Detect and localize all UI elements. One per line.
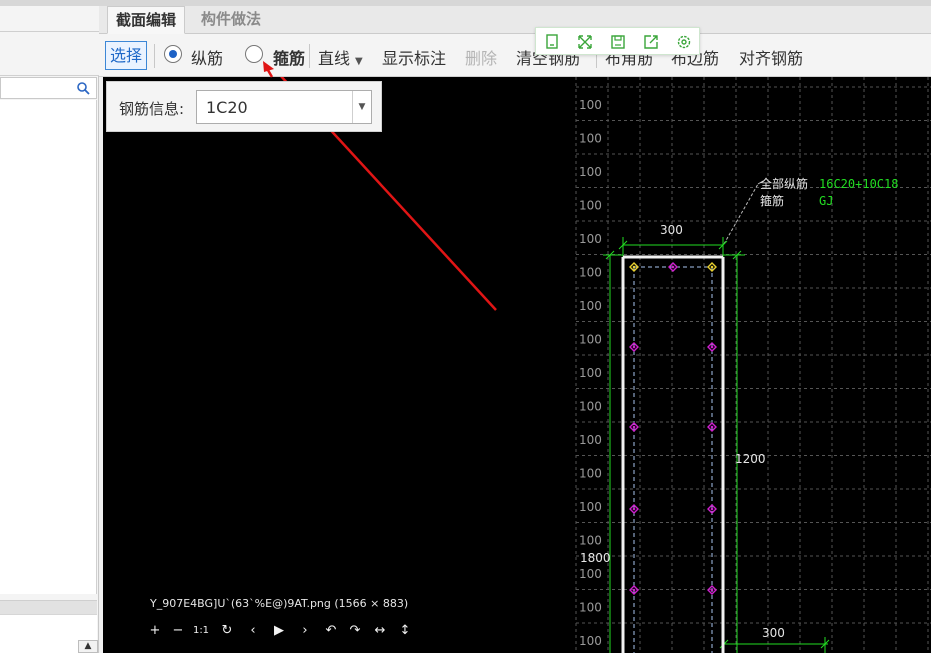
show-dimensions-button[interactable]: 显示标注 [382, 45, 446, 69]
chevron-down-icon: ▼ [355, 56, 363, 67]
rotate-icon[interactable]: ↻ [218, 621, 236, 641]
toolbar-separator [309, 44, 310, 68]
rebar-point-center [632, 425, 636, 429]
grid-label: 100 [579, 266, 602, 280]
left-splitter[interactable] [0, 600, 97, 614]
rebar-point-center [632, 507, 636, 511]
play-icon[interactable]: ▶ [270, 621, 288, 641]
stirrup-annotation-value: GJ [819, 194, 833, 208]
rebar-point-center [710, 345, 714, 349]
copy-icon[interactable] [543, 33, 561, 51]
section-drawing: 100 100 100 100 100 100 100 100 100 100 100 100 100 1… [280, 77, 931, 653]
select-button[interactable]: 选择 [105, 41, 148, 70]
rebar-point-center [710, 588, 714, 592]
left-panel: ▲ [0, 0, 99, 653]
grid-label: 100 [579, 165, 602, 179]
zoom-out-icon[interactable]: − [169, 621, 187, 641]
viewer-caption: Y_907E4BG]U`(63`%E@)9AT.png (1566 × 883) [150, 597, 409, 610]
dim-bottom-text: 300 [762, 626, 785, 640]
line-type-label: 直线 [318, 49, 351, 68]
flip-horizontal-icon[interactable]: ↔ [371, 621, 389, 641]
next-icon[interactable]: › [296, 621, 314, 641]
export-icon[interactable] [642, 33, 660, 51]
triangle-up-icon[interactable]: ▲ [78, 640, 98, 653]
grid-label: 100 [579, 567, 602, 581]
all-longitudinal-label: 全部纵筋 [760, 176, 808, 191]
previous-icon[interactable]: ‹ [244, 621, 262, 641]
grid [575, 77, 931, 653]
save-icon[interactable] [609, 33, 627, 51]
left-toolbar [0, 32, 99, 76]
dim-height-text: 1200 [735, 452, 766, 466]
delete-button[interactable]: 删除 [465, 45, 497, 69]
all-longitudinal-value: 16C20+10C18 [819, 177, 898, 191]
search-icon[interactable] [76, 81, 90, 99]
rebar-point-center [632, 265, 636, 269]
settings-icon[interactable] [675, 33, 693, 51]
rebar-points [629, 262, 717, 595]
grid-label: 100 [579, 500, 602, 514]
left-tab-bar [0, 6, 99, 32]
rebar-info-panel: 钢筋信息: 1C20 ▼ [106, 81, 382, 132]
tab-bar: 截面编辑 构件做法 [99, 6, 931, 34]
chevron-down-icon[interactable]: ▼ [352, 91, 371, 123]
dim-left-text: 1800 [580, 551, 611, 565]
toolbar-separator [154, 44, 155, 68]
rebar-info-select[interactable]: 1C20 ▼ [196, 90, 372, 124]
grid-label: 100 [579, 433, 602, 447]
actual-size-icon[interactable]: 1:1 [192, 621, 210, 641]
rebar-point-center [710, 425, 714, 429]
grid-label: 100 [579, 400, 602, 414]
search-input[interactable] [0, 77, 97, 99]
grid-label: 100 [579, 634, 602, 648]
rebar-point-center [671, 265, 675, 269]
flip-vertical-icon[interactable]: ↕ [396, 621, 414, 641]
stirrup-outline [633, 266, 713, 653]
line-type-dropdown[interactable]: 直线 ▼ [318, 45, 363, 69]
longitudinal-label[interactable]: 纵筋 [191, 45, 223, 69]
grid-label: 100 [579, 333, 602, 347]
grid-label: 100 [579, 601, 602, 615]
grid-label: 100 [579, 98, 602, 112]
grid-label: 100 [579, 467, 602, 481]
grid-label: 100 [579, 534, 602, 548]
align-rebar-button[interactable]: 对齐钢筋 [739, 45, 803, 69]
floating-toolbar [535, 27, 700, 55]
toolbar: 选择 纵筋 箍筋 直线 ▼ 显示标注 删除 清空钢筋 布角筋 布边筋 对齐钢筋 [99, 34, 931, 77]
tab-component-method[interactable]: 构件做法 [193, 6, 269, 34]
grid-label: 100 [579, 132, 602, 146]
rebar-info-label: 钢筋信息: [119, 100, 185, 118]
component-list[interactable] [0, 100, 97, 594]
rebar-info-value[interactable]: 1C20 [206, 98, 248, 117]
undo-icon[interactable]: ↶ [322, 621, 340, 641]
drawing-canvas[interactable]: 100 100 100 100 100 100 100 100 100 100 100 100 100 1… [103, 77, 931, 653]
rebar-point-center [632, 345, 636, 349]
longitudinal-radio[interactable] [164, 45, 182, 63]
rebar-point-center [710, 507, 714, 511]
redo-icon[interactable]: ↷ [346, 621, 364, 641]
zoom-in-icon[interactable]: + [146, 621, 164, 641]
grid-label: 100 [579, 199, 602, 213]
grid-labels: 100 100 100 100 100 100 100 100 100 100 100 100 100 1… [579, 98, 602, 648]
rebar-point-center [710, 265, 714, 269]
grid-label: 100 [579, 299, 602, 313]
fullscreen-icon[interactable] [576, 33, 594, 51]
annotation-leader [723, 183, 759, 245]
rebar-point-center [632, 588, 636, 592]
stirrup-annotation-label: 箍筋 [760, 193, 784, 208]
tab-section-edit[interactable]: 截面编辑 [107, 6, 186, 34]
grid-label: 100 [579, 366, 602, 380]
grid-label: 100 [579, 232, 602, 246]
dim-width-text: 300 [660, 223, 683, 237]
